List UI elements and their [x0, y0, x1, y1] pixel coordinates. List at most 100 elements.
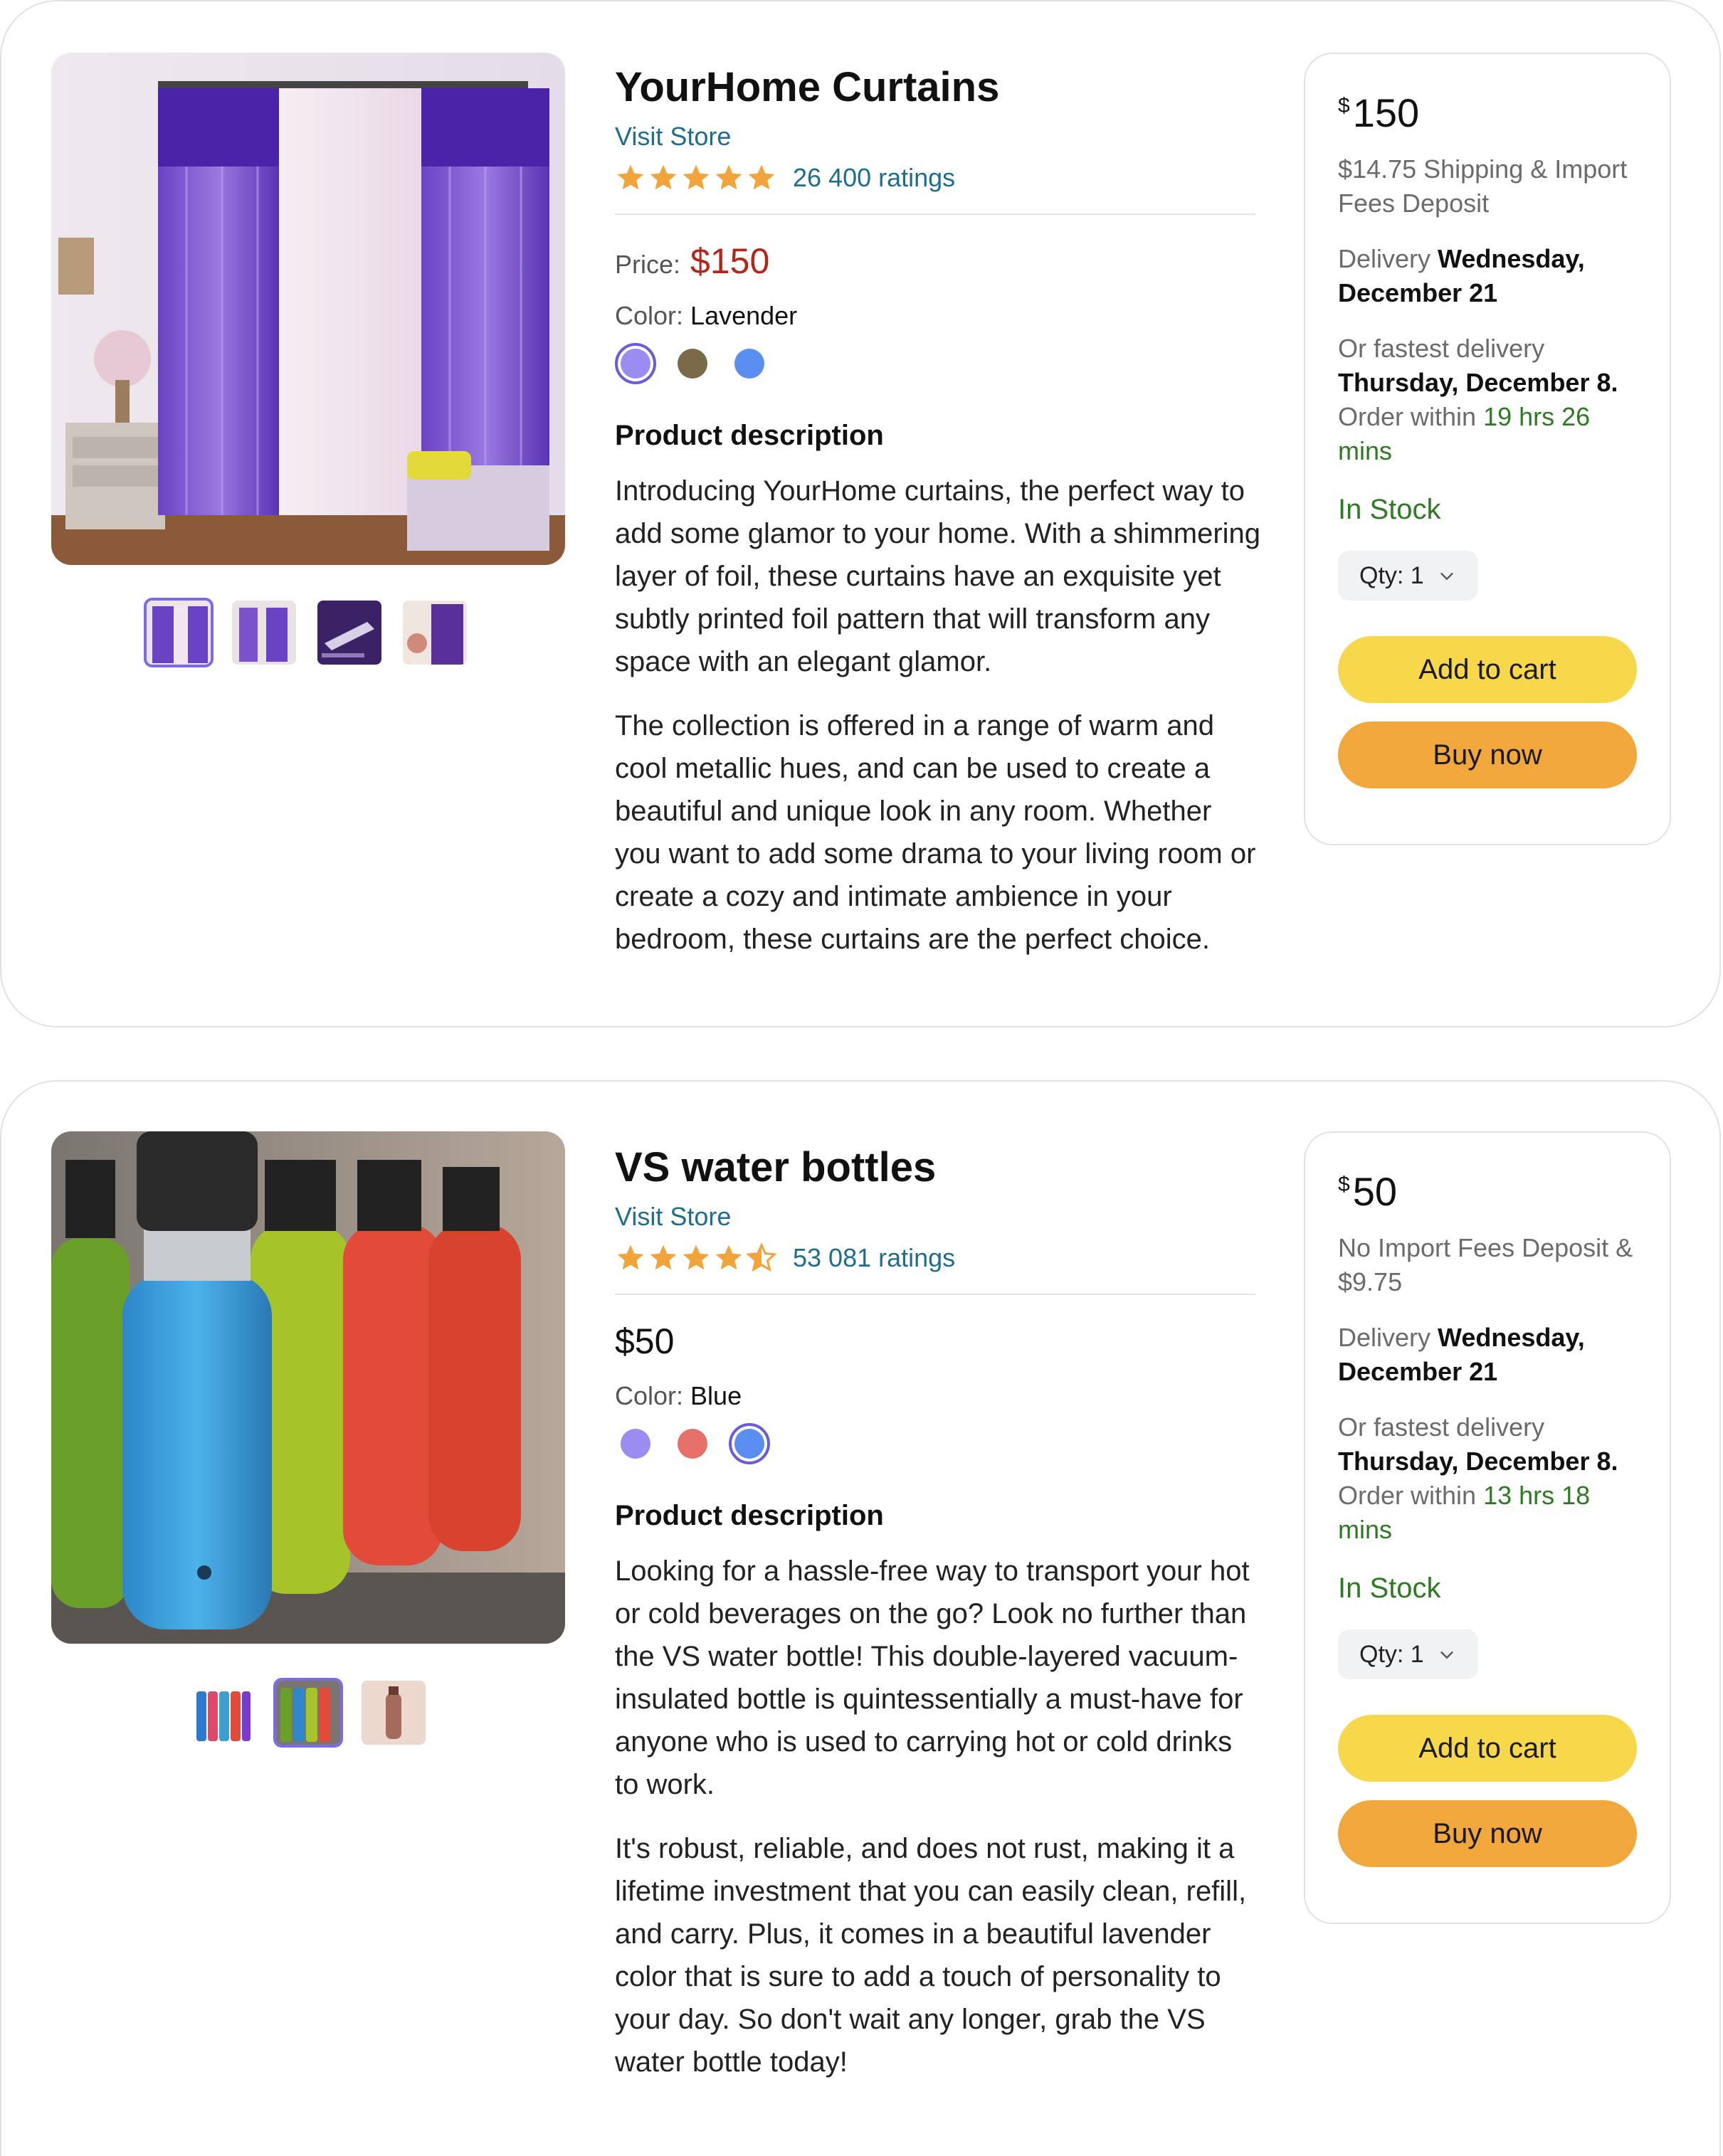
- add-to-cart-button[interactable]: Add to cart: [1338, 636, 1637, 703]
- curtain-image: [51, 53, 565, 565]
- star-full-icon: [715, 164, 742, 190]
- visit-store-link[interactable]: Visit Store: [615, 1200, 731, 1234]
- description-paragraph: Looking for a hassle-free way to transpo…: [615, 1555, 1250, 1800]
- quantity-select[interactable]: Qty: 1: [1338, 1629, 1478, 1679]
- thumbnail-image: [232, 601, 296, 665]
- fastest-delivery-date: Thursday, December 8.: [1338, 368, 1618, 397]
- star-full-icon: [748, 164, 775, 190]
- color-swatches: [615, 343, 1255, 384]
- thumbnail-1[interactable]: [188, 1678, 258, 1748]
- star-full-icon: [650, 1245, 677, 1270]
- fastest-delivery-info: Or fastest delivery Thursday, December 8…: [1338, 332, 1637, 468]
- price-value: $50: [615, 1321, 675, 1361]
- price-row: $50: [615, 1321, 1255, 1363]
- star-rating: [615, 162, 777, 194]
- order-window: Order within 13 hrs 18 mins: [1338, 1479, 1637, 1547]
- divider: [615, 1294, 1255, 1295]
- star-full-icon: [650, 164, 677, 190]
- thumbnail-1[interactable]: [144, 598, 214, 667]
- chevron-down-icon: [1440, 572, 1453, 581]
- delivery-info: Delivery Wednesday, December 21: [1338, 1321, 1637, 1389]
- delivery-info: Delivery Wednesday, December 21: [1338, 242, 1637, 310]
- stock-status: In Stock: [1338, 1573, 1441, 1604]
- product-card-water-bottles: VS water bottles Visit Store 53 081 rati…: [0, 1080, 1721, 2156]
- thumbnail-image: [362, 1681, 426, 1745]
- price-row: Price: $150: [615, 241, 1255, 283]
- product-main-image[interactable]: [51, 1131, 565, 1644]
- description-heading: Product description: [615, 420, 884, 451]
- swatch-dot: [621, 1429, 650, 1459]
- buy-box-price: $ 150: [1338, 90, 1637, 139]
- star-full-icon: [715, 1245, 742, 1270]
- color-value: Lavender: [690, 301, 798, 330]
- swatch-blue[interactable]: [729, 343, 770, 384]
- swatch-lavender[interactable]: [615, 1423, 656, 1464]
- swatch-red[interactable]: [672, 1423, 713, 1464]
- color-row: Color: Blue: [615, 1379, 1255, 1413]
- description-paragraph: The collection is offered in a range of …: [615, 710, 1256, 955]
- thumbnail-4[interactable]: [400, 598, 470, 667]
- divider: [615, 213, 1255, 215]
- swatch-blue[interactable]: [729, 1423, 770, 1464]
- star-full-icon: [683, 164, 710, 190]
- swatch-dot: [678, 349, 707, 379]
- thumbnail-2[interactable]: [273, 1678, 343, 1748]
- buy-box-price: $ 50: [1338, 1168, 1637, 1218]
- star-full-icon: [683, 1245, 710, 1270]
- color-swatches: [615, 1423, 1255, 1464]
- product-title: VS water bottles: [615, 1144, 937, 1190]
- star-rating: [615, 1242, 777, 1274]
- buy-box: $ 50 No Import Fees Deposit & $9.75 Deli…: [1304, 1131, 1671, 1924]
- swatch-dot: [621, 349, 650, 379]
- add-to-cart-button[interactable]: Add to cart: [1338, 1715, 1637, 1782]
- thumbnail-strip: [188, 1678, 428, 1748]
- color-value: Blue: [690, 1381, 742, 1410]
- swatch-dot: [734, 1429, 764, 1459]
- product-card-curtains: YourHome Curtains Visit Store 26 400 rat…: [0, 0, 1721, 1027]
- thumbnail-image: [276, 1681, 340, 1745]
- swatch-brown[interactable]: [672, 343, 713, 384]
- visit-store-link[interactable]: Visit Store: [615, 120, 731, 154]
- star-half-icon: [746, 1242, 777, 1272]
- color-label: Color:: [615, 301, 684, 330]
- quantity-select[interactable]: Qty: 1: [1338, 551, 1478, 601]
- order-within-label: Order within: [1338, 402, 1477, 431]
- price-value: $150: [690, 241, 770, 281]
- delivery-label: Delivery: [1338, 244, 1431, 273]
- chevron-down-icon: [1440, 1651, 1453, 1659]
- price-label: Price:: [615, 250, 681, 279]
- swatch-lavender[interactable]: [615, 343, 656, 384]
- description-heading: Product description: [615, 1500, 884, 1531]
- thumbnail-image: [317, 601, 381, 665]
- description-paragraph: It's robust, reliable, and does not rust…: [615, 1833, 1247, 2078]
- thumbnail-strip: [144, 598, 470, 667]
- delivery-label: Delivery: [1338, 1323, 1431, 1352]
- stock-status: In Stock: [1338, 494, 1441, 525]
- star-full-icon: [617, 164, 644, 190]
- quantity-value: Qty: 1: [1359, 561, 1424, 589]
- ratings-count-link[interactable]: 26 400 ratings: [793, 163, 955, 193]
- thumbnail-3[interactable]: [359, 1678, 428, 1748]
- thumbnail-image: [147, 601, 211, 665]
- rating-row: 26 400 ratings: [615, 161, 1255, 195]
- price-amount: 50: [1352, 1169, 1397, 1214]
- fastest-delivery-date: Thursday, December 8.: [1338, 1447, 1618, 1476]
- product-main-image[interactable]: [51, 53, 565, 565]
- thumbnail-3[interactable]: [315, 598, 384, 667]
- thumbnail-2[interactable]: [229, 598, 299, 667]
- quantity-value: Qty: 1: [1359, 1640, 1424, 1668]
- star-full-icon: [617, 1245, 644, 1270]
- fastest-delivery-label: Or fastest delivery: [1338, 334, 1545, 363]
- swatch-dot: [678, 1429, 707, 1459]
- product-info: YourHome Curtains Visit Store 26 400 rat…: [615, 58, 1260, 961]
- color-row: Color: Lavender: [615, 299, 1255, 333]
- color-label: Color:: [615, 1381, 684, 1410]
- buy-now-button[interactable]: Buy now: [1338, 722, 1637, 788]
- order-within-label: Order within: [1338, 1481, 1477, 1510]
- buy-now-button[interactable]: Buy now: [1338, 1800, 1637, 1867]
- swatch-dot: [734, 349, 764, 379]
- ratings-count-link[interactable]: 53 081 ratings: [793, 1243, 955, 1273]
- currency-symbol: $: [1338, 1173, 1350, 1196]
- buy-box: $ 150 $14.75 Shipping & Import Fees Depo…: [1304, 53, 1671, 845]
- shipping-info: No Import Fees Deposit & $9.75: [1338, 1233, 1633, 1296]
